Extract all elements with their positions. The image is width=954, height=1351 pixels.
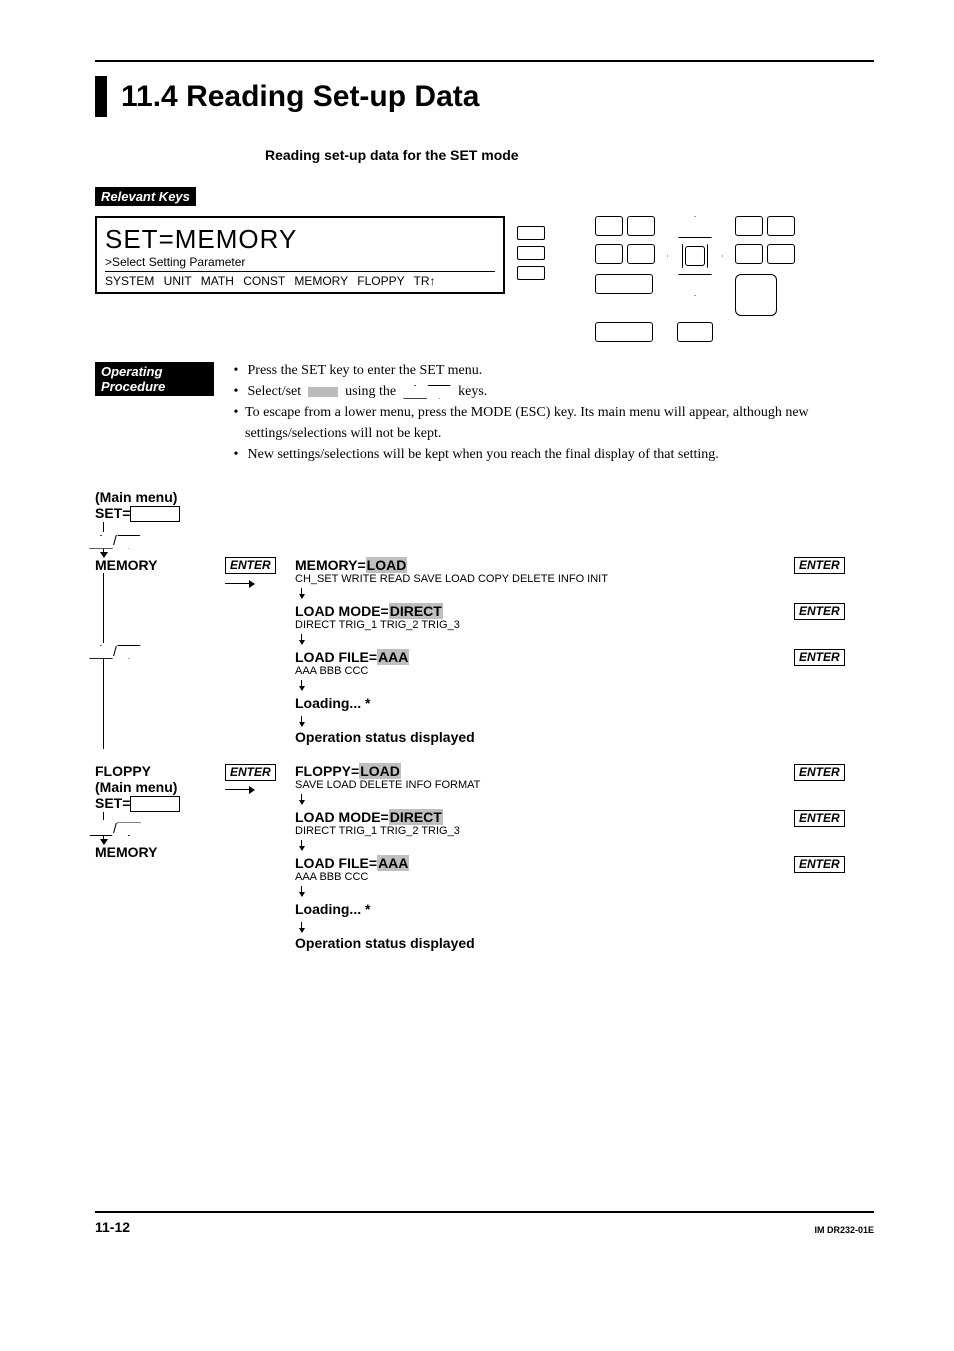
enter-key-label: ENTER <box>794 856 845 873</box>
flp-line3-value: AAA <box>377 855 409 871</box>
left-key-icon[interactable] <box>667 244 683 268</box>
page-title: 11.4 Reading Set-up Data <box>121 76 479 117</box>
lcd-display: SET=MEMORY >Select Setting Parameter SYS… <box>95 216 505 294</box>
keypad-diagram <box>595 216 795 342</box>
down-key-icon[interactable] <box>678 274 712 296</box>
flow-main-menu: (Main menu) <box>95 779 225 795</box>
flp-line2-opts: DIRECT TRIG_1 TRIG_2 TRIG_3 <box>295 825 794 837</box>
flow-memory: MEMORY <box>95 844 225 860</box>
proc-step: keys. <box>458 384 487 399</box>
selection-box-icon <box>308 387 338 397</box>
enter-key-label: ENTER <box>794 810 845 827</box>
mem-line2-prefix: LOAD MODE= <box>295 603 389 619</box>
lcd-line3: SYSTEM UNIT MATH CONST MEMORY FLOPPY TR↑ <box>105 274 495 288</box>
enter-key-label: ENTER <box>794 764 845 781</box>
flow-set-eq: SET= <box>95 505 130 521</box>
up-arrow-icon <box>89 822 113 836</box>
enter-key-icon[interactable] <box>735 274 777 316</box>
key-button[interactable] <box>677 322 713 342</box>
up-arrow-icon <box>403 385 427 399</box>
up-key-icon[interactable] <box>678 216 712 238</box>
proc-step: Select/set <box>248 384 302 399</box>
option-box-icon <box>130 506 180 522</box>
mem-line3-value: AAA <box>377 649 409 665</box>
section-subheading: Reading set-up data for the SET mode <box>265 147 874 163</box>
down-arrow-icon <box>117 645 141 659</box>
arrow-right-icon <box>225 574 255 590</box>
up-arrow-icon <box>89 645 113 659</box>
proc-step: New settings/selections will be kept whe… <box>248 444 719 465</box>
down-arrow-icon <box>301 680 303 690</box>
down-arrow-icon <box>301 634 303 644</box>
option-box-icon <box>130 796 180 812</box>
key-button[interactable] <box>595 322 653 342</box>
softkey[interactable] <box>517 246 545 260</box>
key-button[interactable] <box>767 216 795 236</box>
key-button[interactable] <box>627 244 655 264</box>
key-button[interactable] <box>735 244 763 264</box>
softkey[interactable] <box>517 226 545 240</box>
softkey[interactable] <box>517 266 545 280</box>
flow-main-menu: (Main menu) <box>95 489 225 505</box>
flp-loading: Loading... * <box>295 901 874 917</box>
lcd-line2: >Select Setting Parameter <box>105 255 495 272</box>
mem-line2-opts: DIRECT TRIG_1 TRIG_2 TRIG_3 <box>295 619 794 631</box>
flp-line1-value: LOAD <box>359 763 401 779</box>
title-bar <box>95 76 107 117</box>
page-number: 11-12 <box>95 1219 130 1235</box>
lcd-line1: SET=MEMORY <box>105 224 495 255</box>
mem-line2-value: DIRECT <box>389 603 443 619</box>
down-arrow-icon <box>301 922 303 932</box>
mem-line1-value: LOAD <box>366 557 408 573</box>
key-button[interactable] <box>595 244 623 264</box>
down-arrow-icon <box>117 822 141 836</box>
key-button[interactable] <box>595 216 623 236</box>
document-id: IM DR232-01E <box>814 1225 874 1235</box>
mem-loading: Loading... * <box>295 695 874 711</box>
down-arrow-icon <box>301 886 303 896</box>
mem-line1-prefix: MEMORY= <box>295 557 366 573</box>
key-button[interactable] <box>595 274 653 294</box>
flp-status: Operation status displayed <box>295 935 874 951</box>
down-arrow-icon <box>117 535 141 549</box>
softkeys <box>517 226 545 280</box>
proc-step: To escape from a lower menu, press the M… <box>245 402 874 444</box>
enter-key-label: ENTER <box>794 603 845 620</box>
down-arrow-icon <box>301 794 303 804</box>
key-button[interactable] <box>767 244 795 264</box>
flp-line1-prefix: FLOPPY= <box>295 763 359 779</box>
enter-key-label: ENTER <box>794 557 845 574</box>
down-arrow-icon <box>301 588 303 598</box>
top-rule <box>95 60 874 62</box>
key-button[interactable] <box>735 216 763 236</box>
procedure-list: •Press the SET key to enter the SET menu… <box>234 360 874 465</box>
enter-key-label: ENTER <box>225 557 276 574</box>
center-key-icon[interactable] <box>685 246 705 266</box>
mem-line3-prefix: LOAD FILE= <box>295 649 377 665</box>
flp-line1-opts: SAVE LOAD DELETE INFO FORMAT <box>295 779 794 791</box>
flp-line3-opts: AAA BBB CCC <box>295 871 794 883</box>
enter-key-label: ENTER <box>794 649 845 666</box>
proc-step: using the <box>345 384 396 399</box>
enter-key-label: ENTER <box>225 764 276 781</box>
arrow-right-icon <box>225 781 255 797</box>
proc-step: Press the SET key to enter the SET menu. <box>248 360 483 381</box>
up-arrow-icon <box>89 535 113 549</box>
flp-line2-prefix: LOAD MODE= <box>295 809 389 825</box>
flp-line2-value: DIRECT <box>389 809 443 825</box>
key-button[interactable] <box>627 216 655 236</box>
operating-procedure-label: Operating Procedure <box>95 362 214 396</box>
flow-floppy: FLOPPY <box>95 763 225 779</box>
down-arrow-icon <box>301 716 303 726</box>
down-arrow-icon <box>427 385 451 399</box>
flow-set-eq: SET= <box>95 795 130 811</box>
flp-line3-prefix: LOAD FILE= <box>295 855 377 871</box>
flow-memory: MEMORY <box>95 557 225 573</box>
mem-status: Operation status displayed <box>295 729 874 745</box>
down-arrow-icon <box>301 840 303 850</box>
mem-line1-opts: CH_SET WRITE READ SAVE LOAD COPY DELETE … <box>295 573 794 585</box>
relevant-keys-label: Relevant Keys <box>95 187 196 206</box>
mem-line3-opts: AAA BBB CCC <box>295 665 794 677</box>
right-key-icon[interactable] <box>707 244 723 268</box>
